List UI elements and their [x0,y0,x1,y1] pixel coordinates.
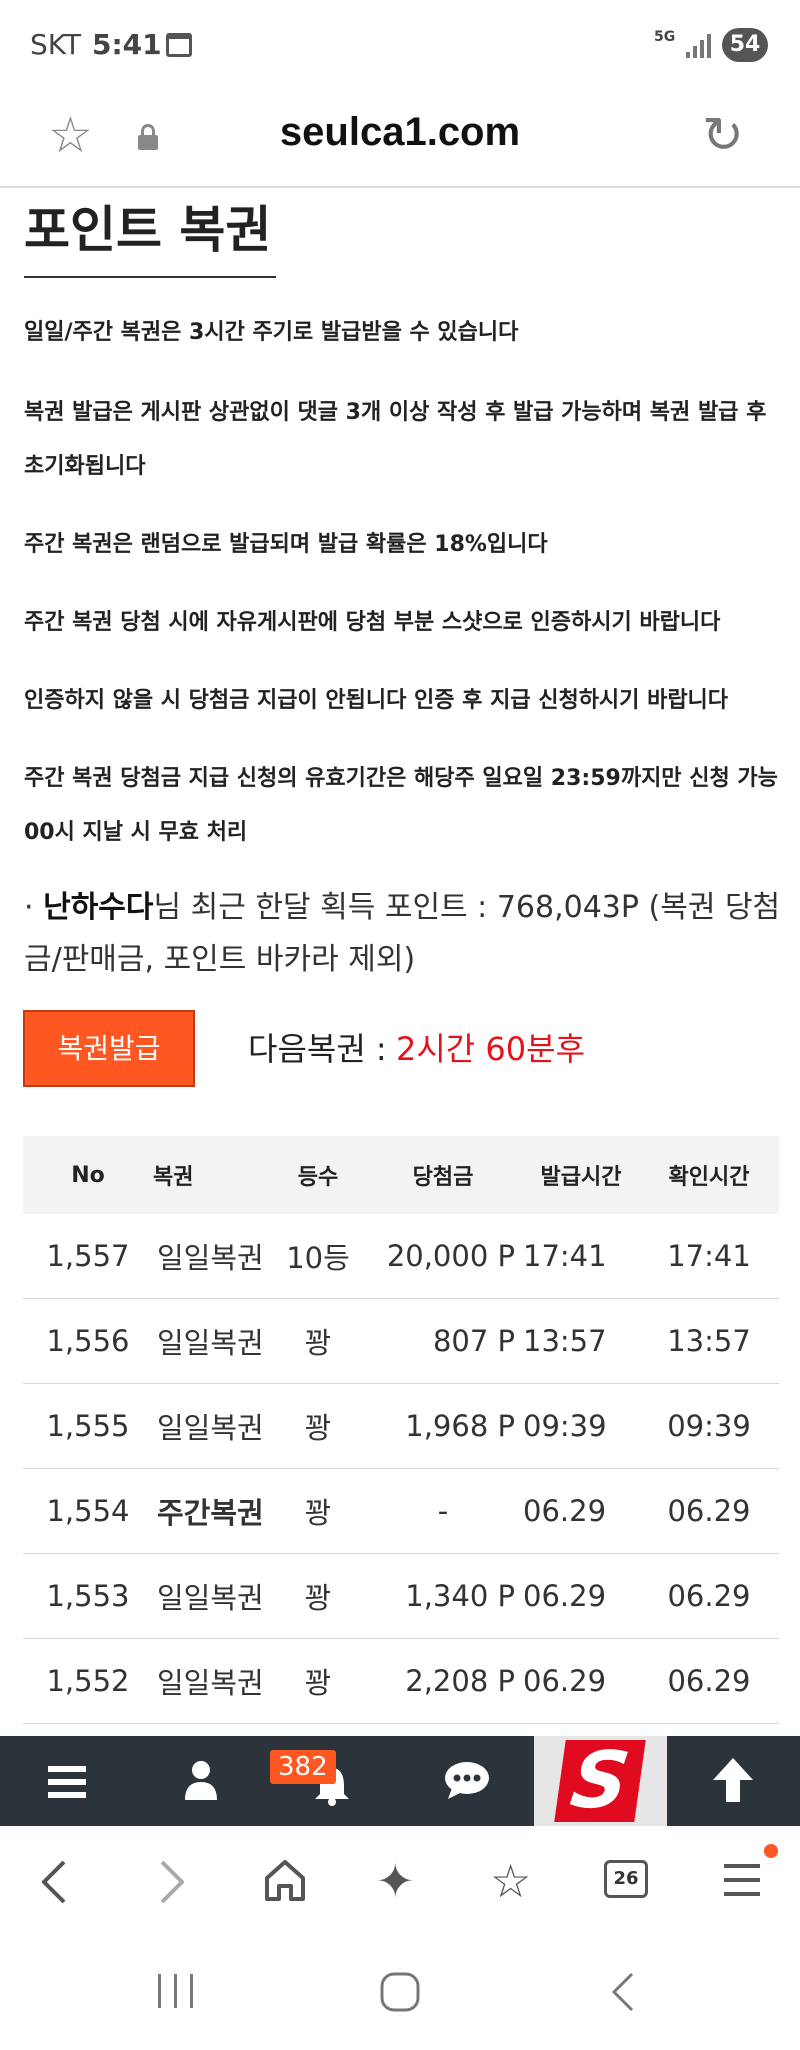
notice-item: 일일/주간 복권은 3시간 주기로 발급받을 수 있습니다 [24,320,519,345]
cell-rank: 꽝 [304,1581,332,1615]
cell-ticket: 일일복권 [157,1326,264,1360]
system-back-icon[interactable] [612,1972,634,2012]
browser-menu-icon[interactable] [724,1864,760,1896]
cell-checked: 06.29 [667,1494,751,1528]
home-button-icon[interactable] [380,1972,420,2012]
profile-button[interactable] [133,1736,266,1826]
cell-prize: 2,208 P [405,1664,515,1698]
status-bar: SKT 5:41 5G 54 [0,0,800,90]
cell-rank: 꽝 [304,1411,332,1445]
scroll-top-button[interactable] [667,1736,800,1826]
header-no: No [71,1162,105,1188]
cell-rank: 꽝 [304,1326,332,1360]
cell-checked: 17:41 [667,1239,751,1273]
header-prize: 당첨금 [412,1165,474,1190]
cell-issued: 09:39 [523,1409,607,1443]
cell-no: 1,557 [46,1239,130,1273]
cell-rank: 꽝 [304,1496,332,1530]
cell-prize: 1,340 P [405,1579,515,1613]
cell-ticket: 일일복권 [157,1241,264,1275]
notice-item: 주간 복권은 랜덤으로 발급되며 발급 확률은 18%입니다 [24,532,548,557]
network-type-label: 5G [654,29,676,45]
cell-ticket: 일일복권 [157,1581,264,1615]
sparkle-icon[interactable]: ✦ [376,1856,415,1906]
home-icon[interactable] [264,1858,306,1902]
carrier-label: SKT [30,28,82,61]
cell-checked: 06.29 [667,1579,751,1613]
tabs-icon[interactable]: 26 [604,1860,648,1898]
back-icon[interactable] [42,1860,66,1904]
cell-checked: 06.29 [667,1664,751,1698]
cell-rank: 10등 [286,1241,350,1275]
lottery-history-table: No 복권 등수 당첨금 발급시간 확인시간 1,557 일일복권 10등 20… [23,1136,779,1724]
cell-rank: 꽝 [304,1666,332,1700]
bookmarks-icon[interactable]: ☆ [490,1856,531,1906]
table-header: No 복권 등수 당첨금 발급시간 확인시간 [23,1136,779,1214]
calendar-icon [166,33,192,57]
notice-item: 주간 복권 당첨금 지급 신청의 유효기간은 해당주 일요일 23:59까지만 … [24,766,778,845]
table-row: 1,552 일일복권 꽝 2,208 P 06.29 06.29 [23,1639,779,1724]
menu-button[interactable] [0,1736,133,1826]
header-checked: 확인시간 [668,1165,750,1190]
browser-nav-bar: ✦ ☆ 26 [0,1826,800,1938]
site-logo: S [554,1736,646,1826]
username: 난하수다 [43,890,154,925]
cell-issued: 06.29 [523,1494,607,1528]
cell-no: 1,556 [46,1324,130,1358]
chat-button[interactable] [400,1736,533,1826]
cell-no: 1,554 [46,1494,130,1528]
next-lottery-label: 다음복권 : [248,1030,387,1068]
cell-ticket: 일일복권 [157,1666,264,1700]
menu-icon [48,1766,86,1798]
signal-icon [686,34,712,58]
table-row: 1,554 주간복권 꽝 - 06.29 06.29 [23,1469,779,1554]
battery-indicator: 54 [722,28,768,62]
browser-url-bar: ☆ seulca1.com ↻ [0,90,800,188]
header-rank: 등수 [297,1165,339,1190]
header-ticket: 복권 [153,1165,194,1190]
recents-icon[interactable] [156,1974,196,2008]
cell-no: 1,553 [46,1579,130,1613]
update-dot [764,1844,778,1858]
page-title: 포인트 복권 [24,190,276,278]
table-row: 1,553 일일복권 꽝 1,340 P 06.29 06.29 [23,1554,779,1639]
reload-icon[interactable]: ↻ [702,110,744,160]
notice-item: 인증하지 않을 시 당첨금 지급이 안됩니다 인증 후 지급 신청하시기 바랍니… [24,688,729,713]
cell-checked: 13:57 [667,1324,751,1358]
next-lottery-countdown: 2시간 60분후 [396,1030,586,1068]
issue-lottery-button[interactable]: 복권발급 [23,1010,195,1087]
cell-checked: 09:39 [667,1409,751,1443]
cell-ticket: 일일복권 [157,1411,264,1445]
header-issued: 발급시간 [540,1165,622,1190]
user-icon [185,1761,217,1800]
cell-prize: 20,000 P [386,1239,515,1273]
bullet: · [24,890,34,925]
cell-prize: 1,968 P [405,1409,515,1443]
points-summary: · 난하수다님 최근 한달 획득 포인트 : 768,043P (복권 당첨금/… [24,882,784,986]
forward-icon[interactable] [160,1860,184,1904]
cell-issued: 13:57 [523,1324,607,1358]
clock: 5:41 [92,28,162,61]
site-logo-button[interactable]: S [534,1736,667,1826]
notice-item: 복권 발급은 게시판 상관없이 댓글 3개 이상 작성 후 발급 가능하며 복권… [24,400,767,479]
cell-no: 1,552 [46,1664,130,1698]
cell-prize: - [437,1494,449,1528]
cell-issued: 06.29 [523,1664,607,1698]
cell-prize: 807 P [432,1324,515,1358]
cell-issued: 17:41 [523,1239,607,1273]
notification-count-badge: 382 [270,1750,336,1784]
table-row: 1,557 일일복권 10등 20,000 P 17:41 17:41 [23,1214,779,1299]
notice-item: 주간 복권 당첨 시에 자유게시판에 당첨 부분 스샷으로 인증하시기 바랍니다 [24,610,721,635]
system-nav-bar [0,1938,800,2050]
cell-issued: 06.29 [523,1579,607,1613]
site-bottom-toolbar: 382 S [0,1736,800,1826]
cell-no: 1,555 [46,1409,130,1443]
table-row: 1,555 일일복권 꽝 1,968 P 09:39 09:39 [23,1384,779,1469]
url-text[interactable]: seulca1.com [0,110,800,155]
cell-ticket: 주간복권 [157,1496,264,1530]
table-row: 1,556 일일복권 꽝 807 P 13:57 13:57 [23,1299,779,1384]
arrow-up-icon [713,1758,753,1802]
chat-icon [445,1762,489,1799]
